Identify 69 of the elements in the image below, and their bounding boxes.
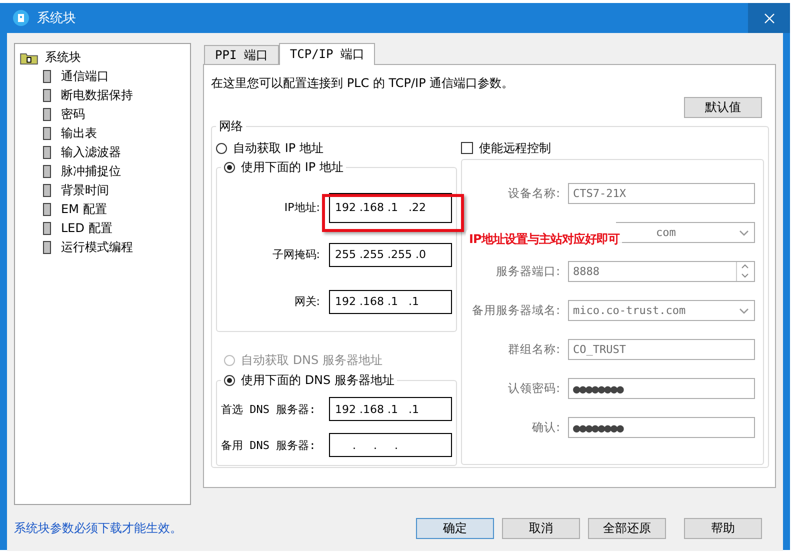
ip-field[interactable]: 192 .168 .1 .1	[329, 397, 452, 421]
password-field[interactable]: ●●●●●●●●	[568, 417, 755, 438]
page-icon	[43, 184, 51, 197]
description-text: 在这里您可以配置连接到 PLC 的 TCP/IP 通信端口参数。	[211, 75, 515, 92]
dialog-button[interactable]: 取消	[502, 518, 580, 538]
status-text: 系统块参数必须下载才能生效。	[14, 520, 183, 536]
radio-button[interactable]	[224, 162, 235, 173]
close-icon	[764, 12, 774, 24]
page-icon	[43, 108, 51, 121]
dropdown-field[interactable]: mico.co-trust.com	[568, 300, 755, 321]
field-label: 群组名称:	[507, 342, 561, 357]
field-label: 网关:	[294, 294, 320, 309]
radio-label: 使用下面的 IP 地址	[241, 159, 344, 176]
tree-item[interactable]: 系统块	[19, 48, 186, 67]
chevron-icon	[739, 308, 749, 314]
field-label: 服务器端口:	[495, 264, 561, 279]
close-button[interactable]	[748, 3, 790, 33]
tree-item[interactable]: 密码	[19, 105, 186, 124]
page-icon	[43, 127, 51, 140]
tree-item[interactable]: LED 配置	[19, 219, 186, 238]
page-icon	[43, 203, 51, 216]
radio-label: 自动获取 DNS 服务器地址	[241, 352, 382, 368]
field-label: 设备名称:	[507, 186, 561, 201]
ip-field[interactable]: 192 .168 .1 .22	[329, 192, 452, 222]
field-label: 备用服务器域名:	[471, 303, 561, 318]
number-field[interactable]: 8888	[568, 261, 755, 282]
dialog-button[interactable]: 确定	[416, 518, 494, 538]
tab[interactable]: TCP/IP 端口	[278, 43, 376, 65]
tab[interactable]: PPI 端口	[204, 45, 279, 64]
checkbox-label: 使能远程控制	[479, 140, 551, 156]
tree-item[interactable]: 输出表	[19, 124, 186, 143]
radio-label: 使用下面的 DNS 服务器地址	[241, 372, 394, 389]
tree-item[interactable]: EM 配置	[19, 200, 186, 219]
folder-icon	[19, 50, 39, 64]
page-icon	[43, 222, 51, 235]
radio-label: 自动获取 IP 地址	[233, 140, 324, 156]
window-title: 系统块	[37, 10, 77, 27]
tree-item[interactable]: 脉冲捕捉位	[19, 162, 186, 181]
dialog-button[interactable]: 帮助	[684, 518, 762, 538]
app-icon	[13, 10, 29, 26]
ip-field[interactable]: . . .	[329, 433, 452, 457]
field-label: 备用 DNS 服务器:	[221, 438, 316, 452]
chevron-icon	[739, 230, 749, 236]
field-label: IP地址:	[284, 200, 320, 215]
page-icon	[43, 146, 51, 159]
tree-item[interactable]: 断电数据保持	[19, 86, 186, 105]
radio-button[interactable]	[216, 142, 227, 154]
tree-item[interactable]: 输入滤波器	[19, 143, 186, 162]
password-field[interactable]: ●●●●●●●●	[568, 378, 755, 399]
field-label: 确认:	[531, 420, 561, 435]
page-icon	[43, 241, 51, 254]
tree-item[interactable]: 运行模式编程	[19, 238, 186, 257]
text-field[interactable]: CO_TRUST	[568, 339, 755, 360]
radio-button[interactable]	[224, 375, 235, 386]
checkbox[interactable]	[461, 142, 473, 154]
text-field[interactable]: CTS7-21X	[568, 183, 755, 204]
field-label: 子网掩码:	[272, 247, 320, 262]
default-button[interactable]: 默认值	[684, 97, 762, 118]
tree-item[interactable]: 通信端口	[19, 67, 186, 86]
page-icon	[43, 70, 51, 83]
page-icon	[43, 89, 51, 102]
field-label: 认领密码:	[507, 381, 561, 396]
field-label: 首选 DNS 服务器:	[221, 402, 316, 416]
ip-field[interactable]: 255 .255 .255 .0	[329, 242, 452, 266]
group-title: 网络	[218, 118, 244, 135]
ip-field[interactable]: 192 .168 .1 .1	[329, 290, 452, 314]
page-icon	[43, 165, 51, 178]
dialog-button[interactable]: 全部还原	[588, 518, 666, 538]
tree-item[interactable]: 背景时间	[19, 181, 186, 200]
